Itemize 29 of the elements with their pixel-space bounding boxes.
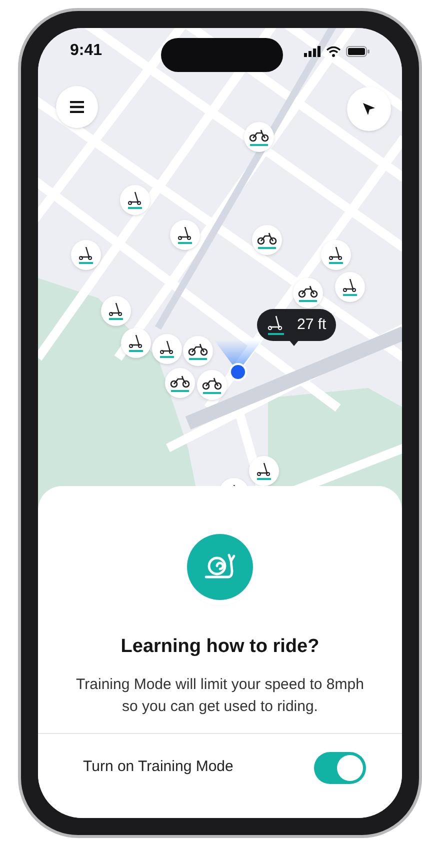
bike-icon [170,374,190,392]
navigation-arrow-icon [362,102,376,116]
scooter-icon [177,226,193,244]
scooter-icon [256,462,272,480]
training-mode-toggle[interactable] [314,752,366,784]
card-title: Learning how to ride? [120,635,320,659]
toggle-label: Turn on Training Mode [83,757,234,778]
scooter-icon [127,191,143,209]
bike-icon [298,284,318,302]
scooter-icon [342,278,358,296]
bike-icon [202,376,222,394]
bike-icon [249,128,269,146]
bike-icon [257,231,277,249]
scooter-icon [159,340,175,358]
scooter-icon [267,315,285,335]
menu-icon [70,101,84,113]
signal-icon [304,46,321,56]
scooter-icon [78,246,94,264]
battery-icon [346,46,370,56]
status-time: 9:41 [70,41,102,61]
scooter-icon [108,302,124,320]
scooter-icon [328,246,344,264]
wifi-icon [326,46,341,56]
scooter-icon [128,334,144,352]
bike-icon [188,342,208,360]
distance-label: 27 ft [297,314,326,335]
location-marker [212,338,264,382]
snail-icon [204,553,236,581]
card-description: Training Mode will limit your speed to 8mph so you can get used to riding. [75,674,365,716]
